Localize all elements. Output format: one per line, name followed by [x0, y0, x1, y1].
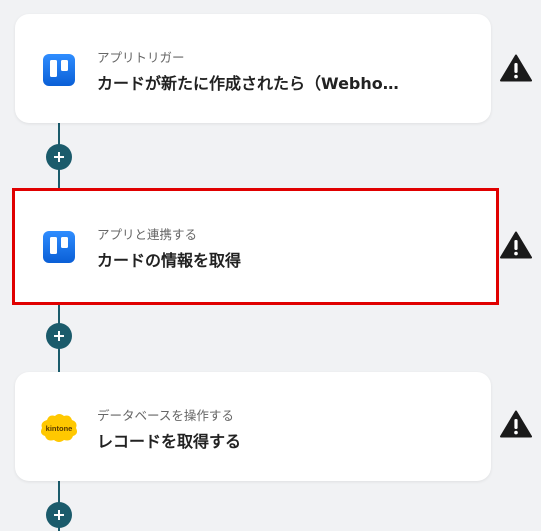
svg-text:kintone: kintone — [46, 424, 73, 433]
step-card-trigger[interactable]: アプリトリガー カードが新たに作成されたら（Webho… — [15, 14, 491, 123]
warning-icon[interactable] — [500, 54, 532, 82]
add-step-button[interactable] — [46, 502, 72, 528]
step-type-label: アプリと連携する — [97, 227, 198, 242]
plus-icon — [54, 331, 64, 341]
plus-icon — [54, 152, 64, 162]
warning-icon[interactable] — [500, 410, 532, 438]
step-title: レコードを取得する — [97, 432, 242, 451]
step-title: カードの情報を取得 — [97, 251, 242, 270]
step-title: カードが新たに作成されたら（Webho… — [97, 74, 399, 93]
kintone-icon: kintone — [39, 412, 79, 444]
step-card-get-card-info[interactable]: アプリと連携する カードの情報を取得 — [12, 188, 499, 305]
add-step-button[interactable] — [46, 144, 72, 170]
step-card-get-record[interactable]: kintone データベースを操作する レコードを取得する — [15, 372, 491, 481]
step-type-label: データベースを操作する — [97, 408, 234, 423]
add-step-button[interactable] — [46, 323, 72, 349]
trello-icon — [43, 54, 75, 86]
plus-icon — [54, 510, 64, 520]
trello-icon — [43, 231, 75, 263]
workflow-canvas: アプリトリガー カードが新たに作成されたら（Webho… アプリと連携する カー… — [0, 0, 541, 531]
step-type-label: アプリトリガー — [97, 50, 185, 65]
warning-icon[interactable] — [500, 231, 532, 259]
